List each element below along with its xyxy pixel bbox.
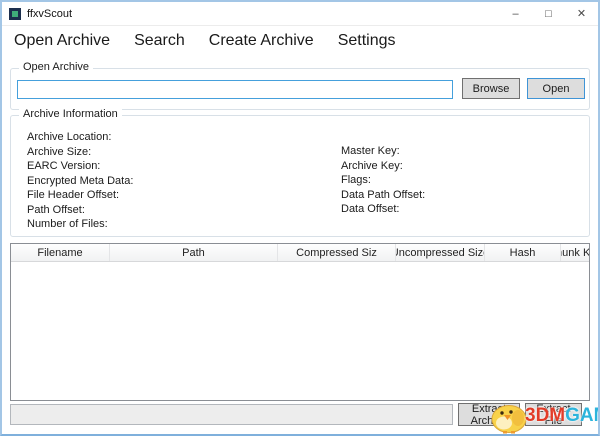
- label-archive-size: Archive Size:: [27, 145, 133, 160]
- label-master-key: Master Key:: [341, 144, 425, 159]
- archive-info-group-label: Archive Information: [19, 108, 122, 120]
- menu-search[interactable]: Search: [130, 30, 189, 52]
- menu-open-archive[interactable]: Open Archive: [10, 30, 114, 52]
- extract-progressbar: [10, 404, 453, 425]
- menubar: Open Archive Search Create Archive Setti…: [10, 30, 400, 52]
- archive-info-group: Archive Information Archive Location: Ar…: [10, 115, 590, 237]
- archive-info-right-column: Master Key: Archive Key: Flags: Data Pat…: [341, 144, 425, 217]
- maximize-button[interactable]: □: [532, 2, 565, 25]
- extract-file-button[interactable]: Extract File: [525, 403, 582, 426]
- archive-info-left-column: Archive Location: Archive Size: EARC Ver…: [27, 130, 133, 232]
- column-header-uncompressed-size[interactable]: Uncompressed Size: [396, 244, 485, 261]
- extract-archive-button[interactable]: Extract Archive: [458, 403, 520, 426]
- menu-create-archive[interactable]: Create Archive: [205, 30, 318, 52]
- column-header-filename[interactable]: Filename: [11, 244, 110, 261]
- column-header-hash[interactable]: Hash: [485, 244, 561, 261]
- column-header-compressed-size[interactable]: Compressed Siz: [278, 244, 396, 261]
- minimize-button[interactable]: –: [499, 2, 532, 25]
- close-button[interactable]: ✕: [565, 2, 598, 25]
- column-header-path[interactable]: Path: [110, 244, 278, 261]
- label-encrypted-meta-data: Encrypted Meta Data:: [27, 174, 133, 189]
- browse-button[interactable]: Browse: [462, 78, 520, 99]
- open-archive-group-label: Open Archive: [19, 61, 93, 73]
- label-data-path-offset: Data Path Offset:: [341, 188, 425, 203]
- app-icon: [9, 8, 21, 20]
- label-flags: Flags:: [341, 173, 425, 188]
- file-table-body[interactable]: [11, 262, 589, 401]
- label-path-offset: Path Offset:: [27, 203, 133, 218]
- menu-settings[interactable]: Settings: [334, 30, 400, 52]
- archive-path-input[interactable]: [17, 80, 453, 99]
- file-table: Filename Path Compressed Siz Uncompresse…: [10, 243, 590, 401]
- open-button[interactable]: Open: [527, 78, 585, 99]
- column-header-chunk-key[interactable]: Chunk Key: [561, 244, 589, 261]
- titlebar: ffxvScout – □ ✕: [2, 2, 598, 26]
- app-window: ffxvScout – □ ✕ Open Archive Search Crea…: [0, 0, 600, 436]
- window-controls: – □ ✕: [499, 2, 598, 25]
- label-archive-key: Archive Key:: [341, 159, 425, 174]
- label-earc-version: EARC Version:: [27, 159, 133, 174]
- label-file-header-offset: File Header Offset:: [27, 188, 133, 203]
- open-archive-group: Open Archive Browse Open: [10, 68, 590, 110]
- label-number-of-files: Number of Files:: [27, 217, 133, 232]
- label-archive-location: Archive Location:: [27, 130, 133, 145]
- window-title: ffxvScout: [27, 8, 72, 20]
- label-data-offset: Data Offset:: [341, 202, 425, 217]
- file-table-header: Filename Path Compressed Siz Uncompresse…: [11, 244, 589, 262]
